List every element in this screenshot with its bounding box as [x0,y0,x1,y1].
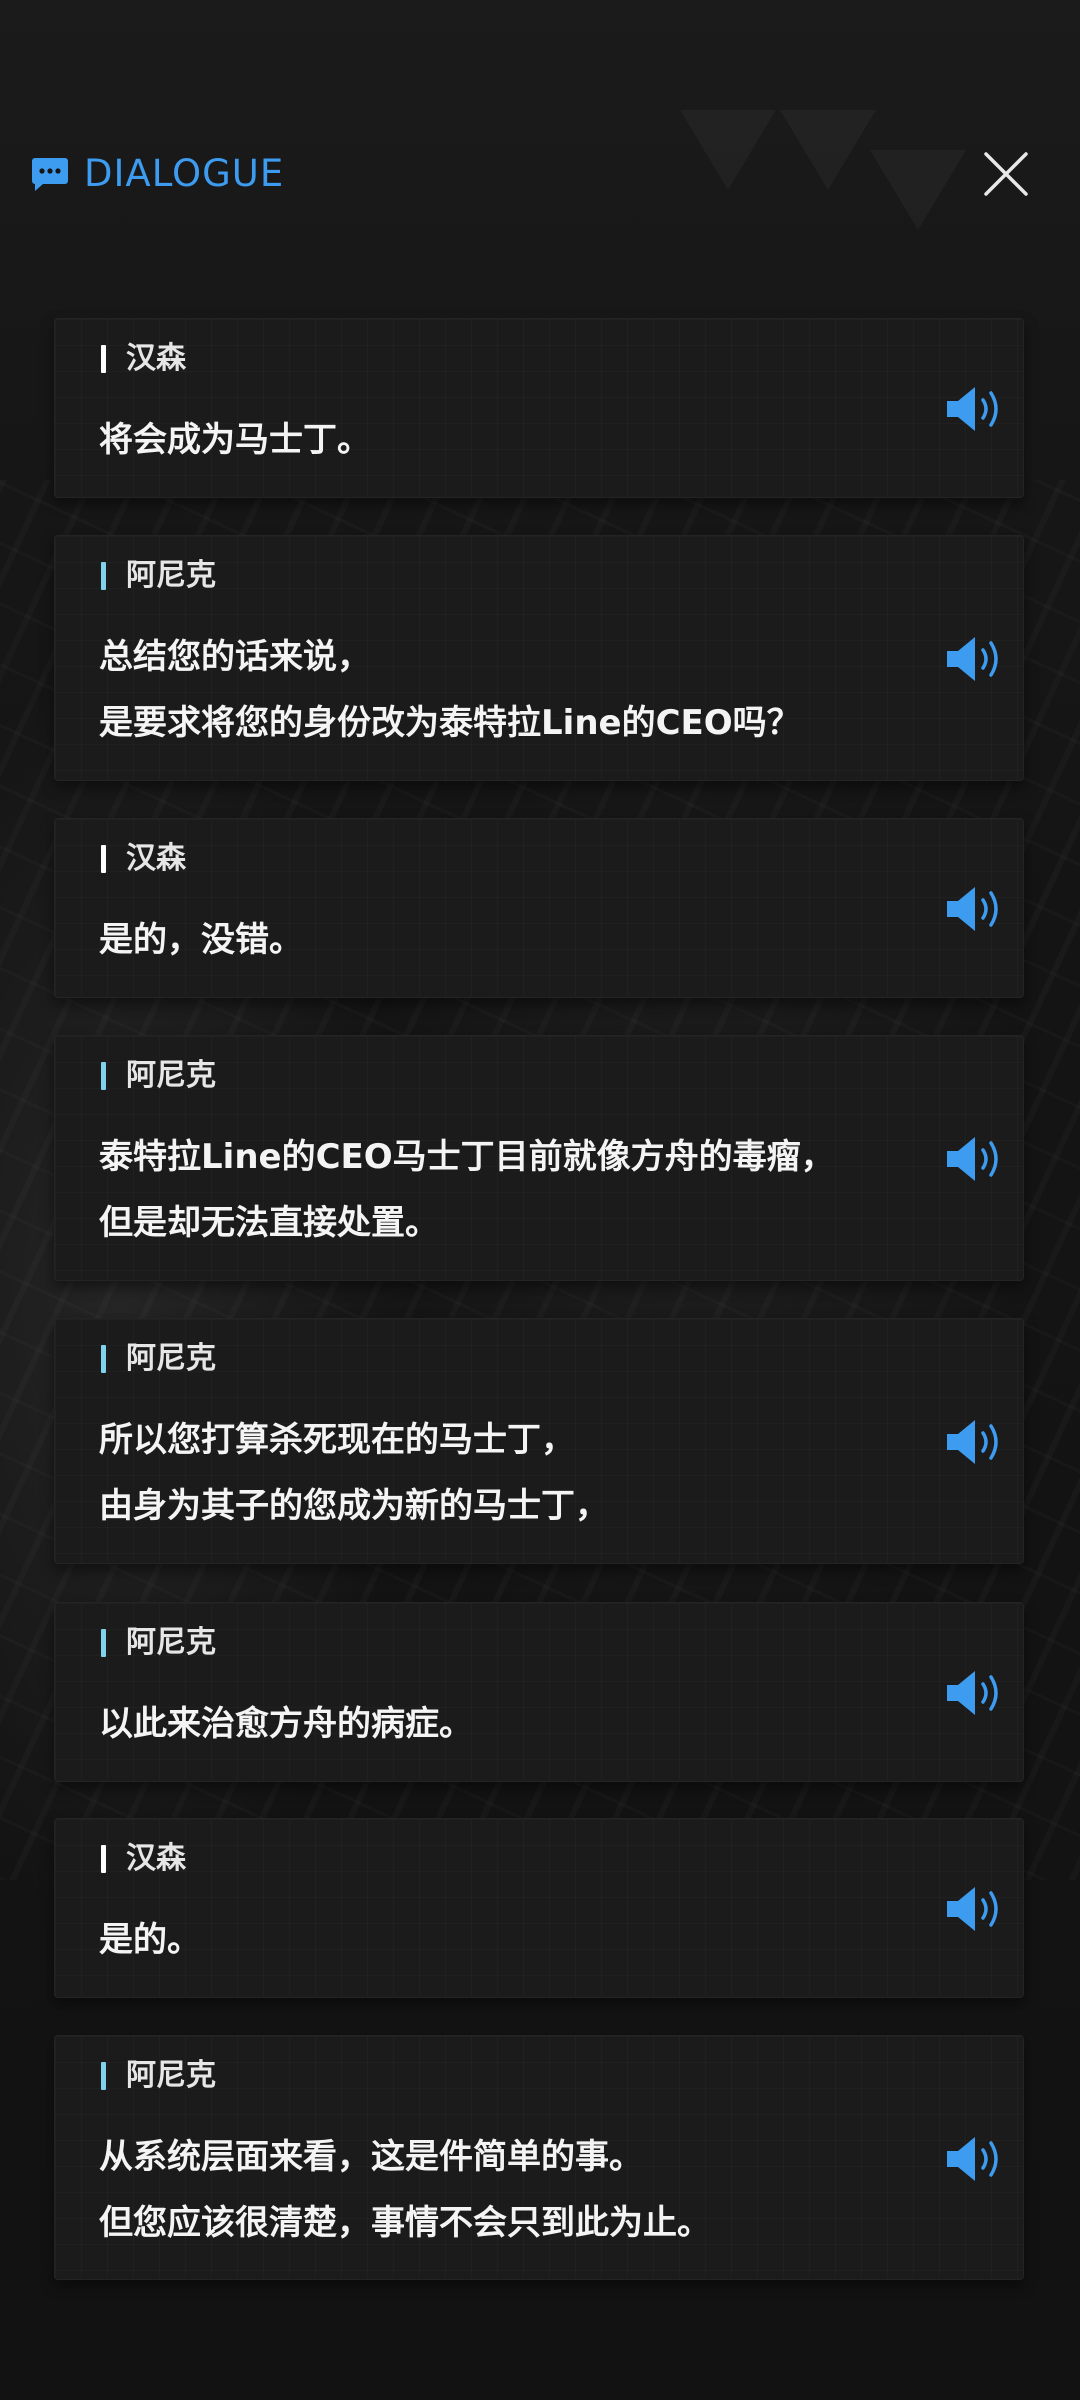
speaker-color-bar [101,1345,106,1373]
speaker-name: 汉森 [126,841,186,876]
speaker-volume-icon[interactable] [945,1668,1005,1718]
speaker-color-bar [101,345,106,373]
dialogue-entry: 阿尼克从系统层面来看，这是件简单的事。 但您应该很清楚，事情不会只到此为止。 [54,2035,1024,2280]
speaker-name: 阿尼克 [126,2058,216,2093]
dialogue-log-screen: DIALOGUE 汉森 将会成为马士丁。 阿尼克 总结您的话来说， 是要求将您的身份改… [0,0,1080,2400]
speaker-volume-icon[interactable] [945,1884,1005,1934]
speaker-color-bar [101,1845,106,1873]
dialogue-text: 所以您打算杀死现在的马士丁， 由身为其子的您成为新的马士丁， [99,1420,609,1526]
speaker-label: 阿尼克 [101,2058,216,2094]
dialogue-entry: 阿尼克所以您打算杀死现在的马士丁， 由身为其子的您成为新的马士丁， [54,1318,1024,1564]
speaker-label: 阿尼克 [101,1058,216,1094]
speaker-volume-icon[interactable] [945,384,1005,434]
dialogue-text: 是的，没错。 [99,920,303,960]
speaker-color-bar [101,1062,106,1090]
dialogue-text: 是的。 [99,1920,201,1960]
speaker-name: 阿尼克 [126,558,216,593]
dialogue-entry: 汉森将会成为马士丁。 [54,318,1024,498]
speaker-color-bar [101,1629,106,1657]
dialogue-entry: 阿尼克泰特拉Line的CEO马士丁目前就像方舟的毒瘤， 但是却无法直接处置。 [54,1035,1024,1281]
speaker-name: 汉森 [126,341,186,376]
dialogue-text: 总结您的话来说， 是要求将您的身份改为泰特拉Line的CEO吗？ [99,637,801,743]
speaker-color-bar [101,845,106,873]
speaker-label: 汉森 [101,341,186,377]
speaker-label: 汉森 [101,1841,186,1877]
speaker-color-bar [101,2062,106,2090]
dialogue-text: 将会成为马士丁。 [99,420,371,460]
speaker-name: 汉森 [126,1841,186,1876]
speaker-volume-icon[interactable] [945,1417,1005,1467]
dialogue-entry: 阿尼克总结您的话来说， 是要求将您的身份改为泰特拉Line的CEO吗？ [54,535,1024,781]
dialogue-text: 泰特拉Line的CEO马士丁目前就像方舟的毒瘤， 但是却无法直接处置。 [99,1137,835,1243]
dialogue-text: 从系统层面来看，这是件简单的事。 但您应该很清楚，事情不会只到此为止。 [99,2137,711,2243]
speaker-volume-icon[interactable] [945,884,1005,934]
dialogue-text: 以此来治愈方舟的病症。 [99,1704,473,1744]
dialogue-title: DIALOGUE [84,152,285,195]
speaker-color-bar [101,562,106,590]
close-icon[interactable] [978,146,1034,202]
speaker-volume-icon[interactable] [945,1134,1005,1184]
speaker-name: 阿尼克 [126,1341,216,1376]
speaker-label: 汉森 [101,841,186,877]
chat-bubble-icon [32,158,68,191]
speaker-label: 阿尼克 [101,1341,216,1377]
speaker-name: 阿尼克 [126,1058,216,1093]
dialogue-entry: 阿尼克以此来治愈方舟的病症。 [54,1602,1024,1782]
speaker-volume-icon[interactable] [945,2134,1005,2184]
speaker-label: 阿尼克 [101,1625,216,1661]
speaker-label: 阿尼克 [101,558,216,594]
speaker-volume-icon[interactable] [945,634,1005,684]
dialogue-entry: 汉森是的，没错。 [54,818,1024,998]
speaker-name: 阿尼克 [126,1625,216,1660]
dialogue-entry: 汉森是的。 [54,1818,1024,1998]
dialogue-header: DIALOGUE [0,120,1080,230]
